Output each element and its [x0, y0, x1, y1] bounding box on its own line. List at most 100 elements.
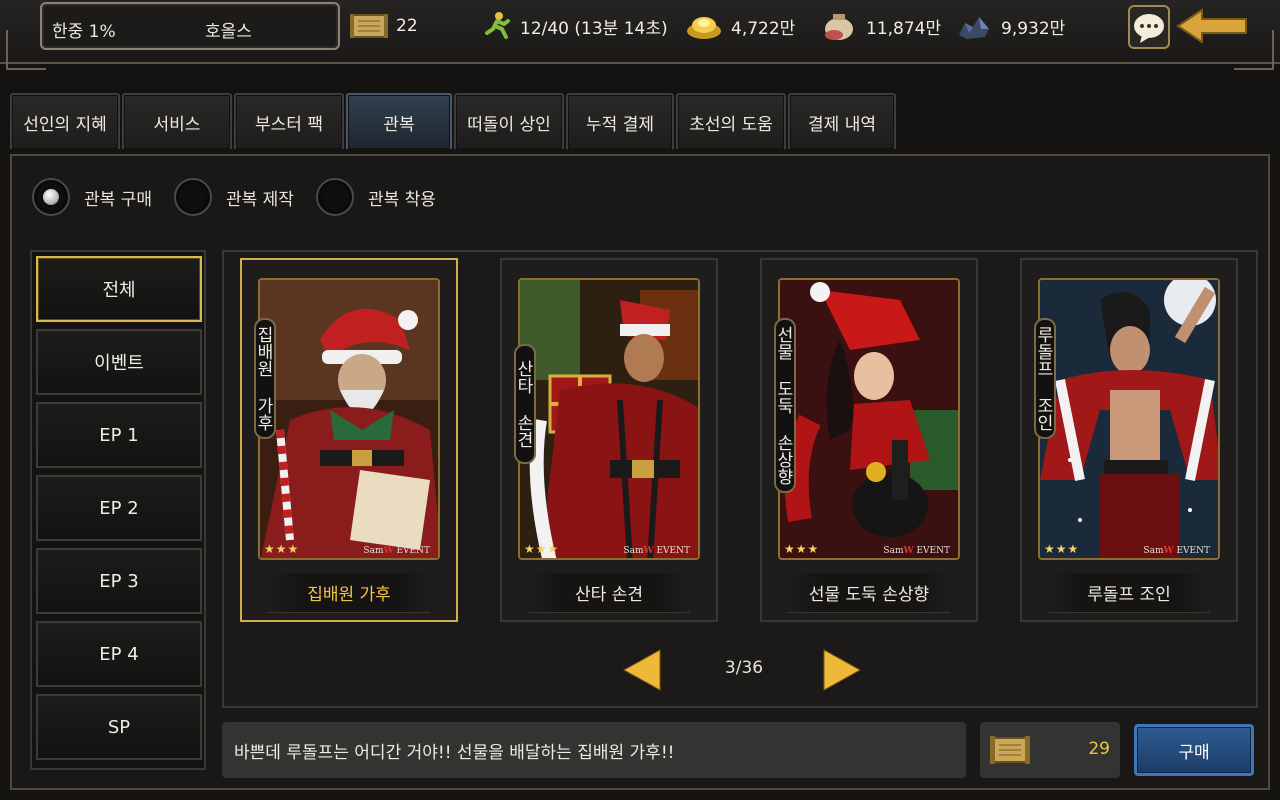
category-ep3[interactable]: EP 3	[36, 548, 202, 614]
buy-button[interactable]: 구매	[1134, 724, 1254, 776]
costume-description: 바쁜데 루돌프는 어디간 거야!! 선물을 배달하는 집배원 가후!!	[222, 722, 966, 778]
mode-selector: 관복 구매 관복 제작 관복 착용	[32, 178, 458, 216]
card-vertical-name: 루돌프 조인	[1033, 318, 1056, 439]
tab-diaochan-help[interactable]: 초선의 도움	[676, 93, 786, 149]
ore-value: 9,932만	[1001, 18, 1066, 39]
chat-bubble-icon	[1134, 14, 1164, 43]
ore-resource: 9,932만	[955, 10, 1065, 42]
category-label: EP 1	[99, 424, 139, 446]
costume-card[interactable]: 루돌프 조인 ★★★ SamW EVENT 루돌프 조인	[1020, 258, 1238, 622]
tab-service[interactable]: 서비스	[122, 93, 232, 149]
card-title: 산타 손견	[528, 573, 690, 613]
costume-portrait	[258, 278, 440, 560]
category-ep4[interactable]: EP 4	[36, 621, 202, 687]
scroll-icon	[990, 736, 1030, 764]
radio-label: 관복 제작	[225, 189, 294, 210]
star-rating: ★★★	[524, 542, 560, 556]
event-tag-w: W	[383, 546, 394, 556]
category-label: EP 2	[99, 497, 139, 519]
radio-label: 관복 구매	[84, 189, 152, 210]
costume-card[interactable]: 집배원 가후 ★★★ SamW EVENT 집배원 가후	[240, 258, 458, 622]
costume-portrait	[778, 278, 960, 560]
player-info[interactable]: 한중 1% 호올스	[40, 2, 340, 50]
tab-wandering-merchant[interactable]: 떠돌이 상인	[454, 93, 564, 149]
event-tag-prefix: Sam	[623, 546, 644, 556]
event-tag-suffix: EVENT	[916, 546, 950, 556]
player-name: 호올스	[205, 22, 252, 42]
food-value: 11,874만	[866, 18, 942, 39]
costume-card-grid: 집배원 가후 ★★★ SamW EVENT 집배원 가후 산타 손견 ★★★ S…	[222, 250, 1258, 708]
card-vertical-name: 집배원 가후	[253, 318, 276, 439]
mode-wear-radio[interactable]: 관복 착용	[315, 178, 436, 216]
category-ep1[interactable]: EP 1	[36, 402, 202, 468]
category-label: EP 3	[99, 570, 139, 592]
prev-page-arrow-icon[interactable]	[622, 648, 662, 692]
stamina-value: 12/40 (13분 14초)	[520, 18, 668, 39]
category-all[interactable]: 전체	[36, 256, 202, 322]
category-ep2[interactable]: EP 2	[36, 475, 202, 541]
event-tag-prefix: Sam	[363, 546, 384, 556]
event-tag-w: W	[1163, 546, 1174, 556]
running-man-icon	[485, 12, 510, 39]
star-rating: ★★★	[784, 542, 820, 556]
costume-card[interactable]: 산타 손견 ★★★ SamW EVENT 산타 손견	[500, 258, 718, 622]
event-tag-prefix: Sam	[883, 546, 904, 556]
mode-buy-radio[interactable]: 관복 구매	[32, 178, 152, 216]
buy-button-label: 구매	[1178, 742, 1210, 763]
event-tag-w: W	[643, 546, 654, 556]
mode-craft-radio[interactable]: 관복 제작	[173, 178, 294, 216]
tab-label: 떠돌이 상인	[467, 114, 551, 135]
radio-label: 관복 착용	[367, 189, 436, 210]
radio-dot	[315, 178, 354, 216]
tab-label: 결제 내역	[808, 114, 876, 135]
category-sp[interactable]: SP	[36, 694, 202, 760]
costume-portrait	[1038, 278, 1220, 560]
price-value: 29	[1088, 739, 1110, 759]
radio-dot	[173, 178, 212, 216]
card-vertical-name: 산타 손견	[513, 344, 536, 464]
event-tag: SamW EVENT	[363, 546, 430, 556]
radio-dot	[32, 178, 70, 216]
chat-button[interactable]	[1128, 5, 1170, 49]
star-rating: ★★★	[264, 542, 300, 556]
player-rank: 한중 1%	[52, 22, 116, 42]
resource-bar: 한중 1% 호올스 22 12/40 (13분 14초) 4,722만 11,8…	[0, 0, 1280, 70]
event-tag-suffix: EVENT	[1176, 546, 1210, 556]
next-page-arrow-icon[interactable]	[822, 648, 862, 692]
food-resource: 11,874만	[820, 10, 941, 42]
event-tag: SamW EVENT	[623, 546, 690, 556]
description-text: 바쁜데 루돌프는 어디간 거야!! 선물을 배달하는 집배원 가후!!	[234, 742, 675, 763]
scroll-icon	[350, 14, 388, 38]
page-indicator: 3/36	[724, 658, 764, 678]
tab-cumulative-payment[interactable]: 누적 결제	[566, 93, 674, 149]
costume-card[interactable]: 선물 도둑 손상향 ★★★ SamW EVENT 선물 도둑 손상향	[760, 258, 978, 622]
gold-ingot-icon	[687, 17, 721, 39]
tab-label: 관복	[383, 114, 415, 135]
shop-tabs: 선인의 지혜 서비스 부스터 팩 관복 떠돌이 상인 누적 결제 초선의 도움 …	[10, 93, 898, 149]
event-tag-w: W	[903, 546, 914, 556]
tab-sage-wisdom[interactable]: 선인의 지혜	[10, 93, 120, 149]
scroll-count: 22	[396, 16, 418, 36]
tab-costume[interactable]: 관복	[346, 93, 452, 149]
category-list: 전체 이벤트 EP 1 EP 2 EP 3 EP 4 SP	[30, 250, 206, 770]
event-tag-suffix: EVENT	[656, 546, 690, 556]
tab-booster-pack[interactable]: 부스터 팩	[234, 93, 344, 149]
gold-value: 4,722만	[731, 18, 796, 39]
card-vertical-name: 선물 도둑 손상향	[773, 318, 796, 493]
tab-label: 초선의 도움	[689, 114, 773, 135]
food-sack-icon	[825, 14, 853, 40]
collapse-arrow-icon[interactable]	[1176, 8, 1248, 44]
tab-label: 누적 결제	[586, 114, 654, 135]
tab-payment-history[interactable]: 결제 내역	[788, 93, 896, 149]
scroll-resource: 22	[350, 10, 418, 42]
category-event[interactable]: 이벤트	[36, 329, 202, 395]
card-title: 집배원 가후	[268, 573, 430, 613]
card-title: 선물 도둑 손상향	[788, 573, 950, 613]
tab-label: 서비스	[153, 114, 201, 135]
category-label: 이벤트	[94, 353, 144, 374]
tab-label: 선인의 지혜	[23, 114, 107, 135]
category-label: EP 4	[99, 643, 139, 665]
costume-portrait	[518, 278, 700, 560]
card-title: 루돌프 조인	[1048, 573, 1210, 613]
gold-resource: 4,722만	[685, 10, 795, 42]
